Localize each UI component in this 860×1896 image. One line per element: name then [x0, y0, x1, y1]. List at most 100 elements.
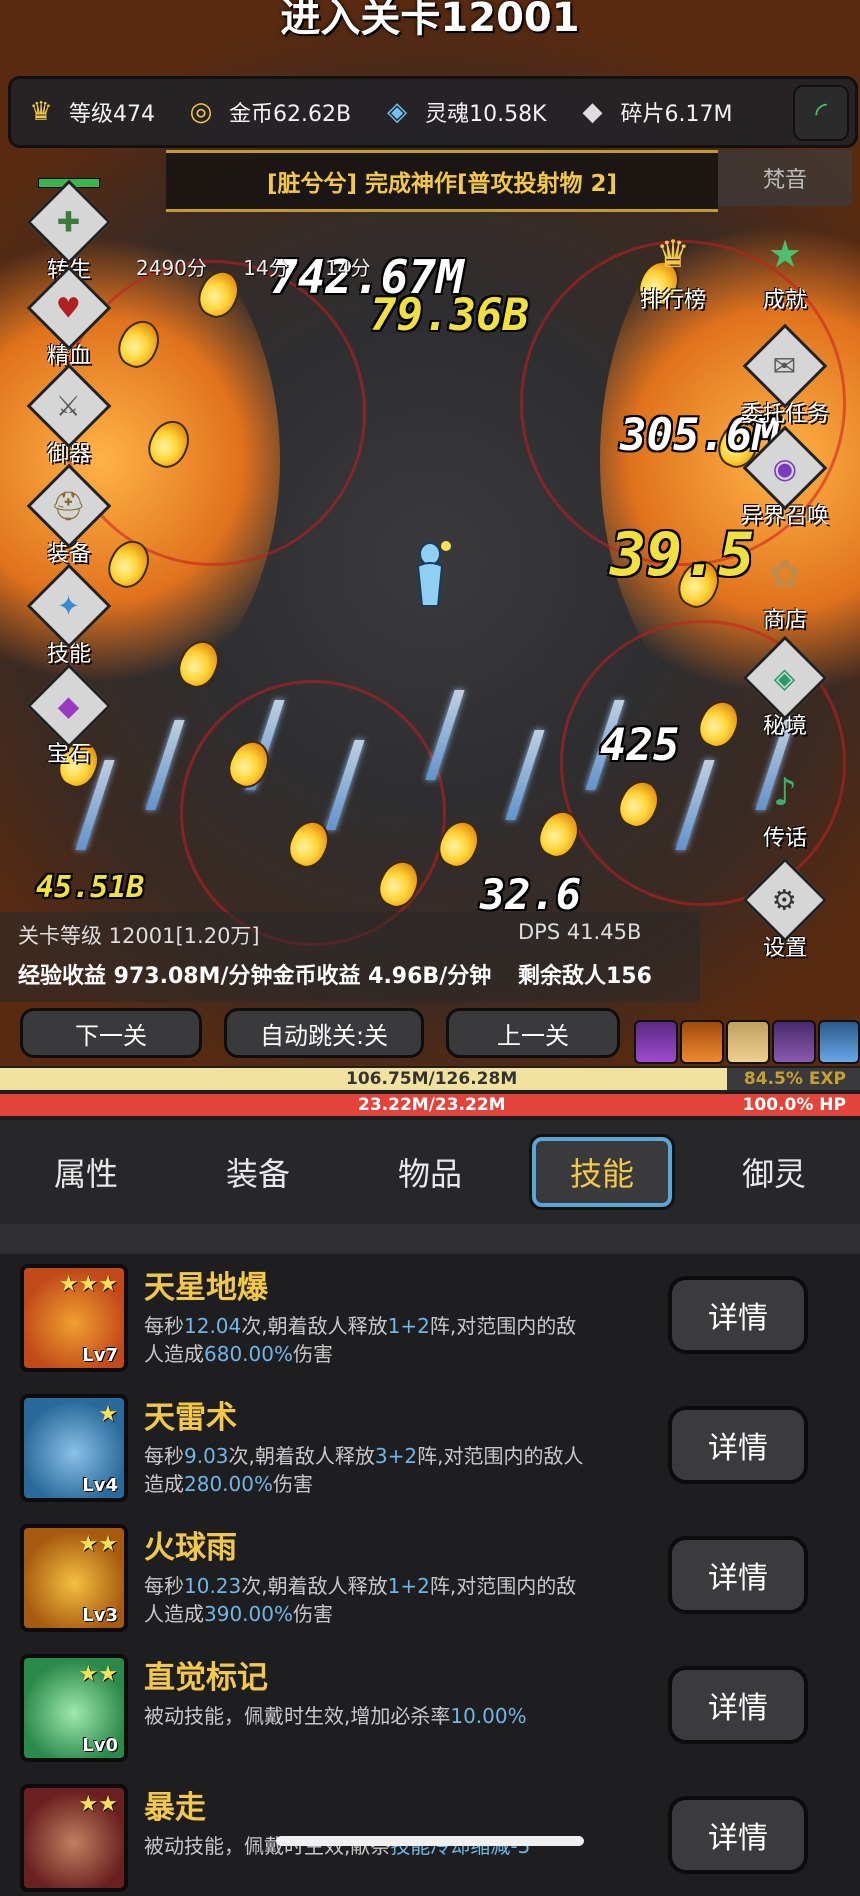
- lightning-effect: [425, 690, 465, 780]
- score-value: 2490分: [136, 256, 207, 280]
- score-value: 14分: [325, 256, 371, 280]
- tab-attributes[interactable]: 属性: [16, 1137, 156, 1207]
- tab-skills[interactable]: 技能: [529, 1134, 675, 1210]
- income-text: 经验收益 973.08M/分钟金币收益 4.96B/分钟: [18, 964, 492, 989]
- bottom-tabs: 属性 装备 物品 技能 御灵: [0, 1120, 860, 1224]
- skill-icon[interactable]: ★ Lv4: [20, 1394, 128, 1502]
- buff-icon[interactable]: [818, 1020, 860, 1064]
- home-indicator[interactable]: [276, 1836, 584, 1846]
- auto-skip-toggle[interactable]: 自动跳关:关: [224, 1008, 424, 1058]
- skill-icon[interactable]: ★★★ Lv7: [20, 1264, 128, 1372]
- skill-detail-button[interactable]: 详情: [668, 1666, 808, 1744]
- skill-text: 每秒: [144, 1444, 184, 1468]
- skill-text: 伤害: [292, 1342, 333, 1366]
- hp-bar-percent: 100.0% HP: [742, 1095, 846, 1115]
- hp-bar-text: 23.22M/23.22M: [358, 1095, 506, 1115]
- skill-text: 次,朝着敌人释放: [241, 1574, 388, 1598]
- skill-name: 直觉标记: [144, 1660, 268, 1696]
- prev-stage-button[interactable]: 上一关: [446, 1008, 620, 1058]
- buff-icon[interactable]: [726, 1020, 770, 1064]
- skill-description: 每秒12.04次,朝着敌人释放1+2阵,对范围内的敌人造成680.00%伤害: [144, 1312, 584, 1368]
- menu-shop-button[interactable]: ✿ 商店: [740, 542, 830, 634]
- skill-text: 伤害: [272, 1472, 313, 1496]
- skill-description: 每秒10.23次,朝着敌人释放1+2阵,对范围内的敌人造成390.00%伤害: [144, 1572, 584, 1628]
- skill-detail-button[interactable]: 详情: [668, 1276, 808, 1354]
- skill-icon[interactable]: ★★ Lv0: [20, 1654, 128, 1762]
- signal-icon: ◜: [815, 95, 827, 131]
- skill-level: Lv0: [82, 1735, 118, 1756]
- menu-equipment-button[interactable]: ⛑ 装备: [24, 463, 114, 568]
- tab-equipment[interactable]: 装备: [188, 1137, 328, 1207]
- next-stage-button[interactable]: 下一关: [20, 1008, 202, 1058]
- announcement-side-label[interactable]: 梵音: [718, 150, 852, 206]
- menu-achievement-button[interactable]: ★ 成就: [740, 222, 830, 314]
- skill-icon[interactable]: ★★: [20, 1784, 128, 1892]
- damage-number: 45.51B: [36, 870, 145, 905]
- menu-label: 商店: [762, 608, 807, 633]
- skill-icon[interactable]: ★★ Lv3: [20, 1524, 128, 1632]
- skill-name: 天雷术: [144, 1400, 237, 1436]
- damage-number: 425: [600, 720, 680, 771]
- menu-broadcast-button[interactable]: ♪ 传话: [740, 760, 830, 852]
- stage-info-panel: 关卡等级 12001[1.20万] DPS 41.45B 经验收益 973.08…: [0, 912, 700, 1002]
- skill-value: 390.00%: [204, 1602, 293, 1626]
- skill-detail-button[interactable]: 详情: [668, 1536, 808, 1614]
- resource-label: 等级474: [69, 102, 155, 127]
- skill-text: 次,朝着敌人释放: [228, 1444, 375, 1468]
- announcement-banner: [脏兮兮] 完成神作[普攻投射物 2]: [166, 150, 718, 212]
- coin-icon: ◎: [189, 97, 213, 127]
- resource-shard: ◆ 碎片6.17M: [573, 92, 733, 132]
- skill-name: 天星地爆: [144, 1270, 268, 1306]
- tab-items[interactable]: 物品: [360, 1137, 500, 1207]
- skill-description: 被动技能，佩戴时生效,增加必杀率10.00%: [144, 1702, 584, 1730]
- damage-number: 79.36B: [370, 290, 529, 341]
- enemies-remaining-text: 剩余敌人156: [518, 964, 652, 989]
- skill-text: 被动技能，佩戴时生效,增加必杀率: [144, 1704, 451, 1728]
- menu-secret-realm-button[interactable]: ◈ 秘境: [740, 635, 830, 740]
- skill-level: Lv7: [82, 1345, 118, 1366]
- score-row: 2490分 14分 14分: [136, 252, 401, 281]
- skill-value: 280.00%: [184, 1472, 273, 1496]
- resource-gold: ◎ 金币62.62B: [181, 92, 351, 132]
- skill-stars: ★★: [78, 1532, 118, 1557]
- signal-button[interactable]: ◜: [793, 85, 849, 141]
- skill-value: 10.00%: [450, 1704, 527, 1728]
- skill-row: ★★ Lv3 火球雨每秒10.23次,朝着敌人释放1+2阵,对范围内的敌人造成390…: [0, 1516, 860, 1636]
- menu-ranking-button[interactable]: ♛ 排行榜: [628, 222, 718, 314]
- skill-text: 每秒: [144, 1574, 184, 1598]
- horn-icon: ♪: [772, 770, 798, 814]
- skill-row: ★ Lv4 天雷术每秒9.03次,朝着敌人释放3+2阵,对范围内的敌人造成280.0…: [0, 1386, 860, 1506]
- menu-quest-button[interactable]: ✉ 委托任务: [740, 323, 830, 428]
- trophy-icon: ♛: [655, 232, 691, 276]
- stage-level-text: 关卡等级 12001[1.20万]: [18, 924, 260, 948]
- skill-stars: ★: [98, 1402, 118, 1427]
- menu-weapon-button[interactable]: ⚔ 御器: [24, 363, 114, 468]
- menu-skill-button[interactable]: ✦ 技能: [24, 563, 114, 668]
- resource-label: 金币62.62B: [229, 102, 352, 127]
- skill-value: 9.03: [184, 1444, 229, 1468]
- buff-icon[interactable]: [680, 1020, 724, 1064]
- resource-label: 碎片6.17M: [620, 102, 733, 127]
- menu-label: 传话: [762, 826, 807, 851]
- menu-gem-button[interactable]: ◆ 宝石: [24, 663, 114, 768]
- tab-spirits[interactable]: 御灵: [704, 1137, 844, 1207]
- menu-settings-button[interactable]: ⚙ 设置: [740, 857, 830, 962]
- skill-detail-button[interactable]: 详情: [668, 1796, 808, 1874]
- skill-value: 12.04: [184, 1314, 242, 1338]
- game-scene: 742.67M 79.36B 305.6M 39.5 425 45.51B 32…: [0, 0, 860, 1066]
- hp-bar: 23.22M/23.22M 100.0% HP: [0, 1094, 860, 1116]
- skill-detail-button[interactable]: 详情: [668, 1406, 808, 1484]
- exp-bar-percent: 84.5% EXP: [743, 1069, 846, 1089]
- menu-summon-button[interactable]: ◉ 异界召唤: [740, 425, 830, 530]
- menu-essence-button[interactable]: ♥ 精血: [24, 265, 114, 370]
- skill-value: 10.23: [184, 1574, 242, 1598]
- resource-soul: ◈ 灵魂10.58K: [377, 92, 546, 132]
- shard-icon: ◆: [582, 97, 603, 127]
- buff-icon[interactable]: [634, 1020, 678, 1064]
- skill-description: 每秒9.03次,朝着敌人释放3+2阵,对范围内的敌人造成280.00%伤害: [144, 1442, 584, 1498]
- exp-bar: 106.75M/126.28M 84.5% EXP: [0, 1068, 860, 1090]
- damage-number: 39.5: [610, 520, 755, 590]
- skill-text: 次,朝着敌人释放: [241, 1314, 388, 1338]
- buff-icon[interactable]: [772, 1020, 816, 1064]
- skill-name: 火球雨: [144, 1530, 237, 1566]
